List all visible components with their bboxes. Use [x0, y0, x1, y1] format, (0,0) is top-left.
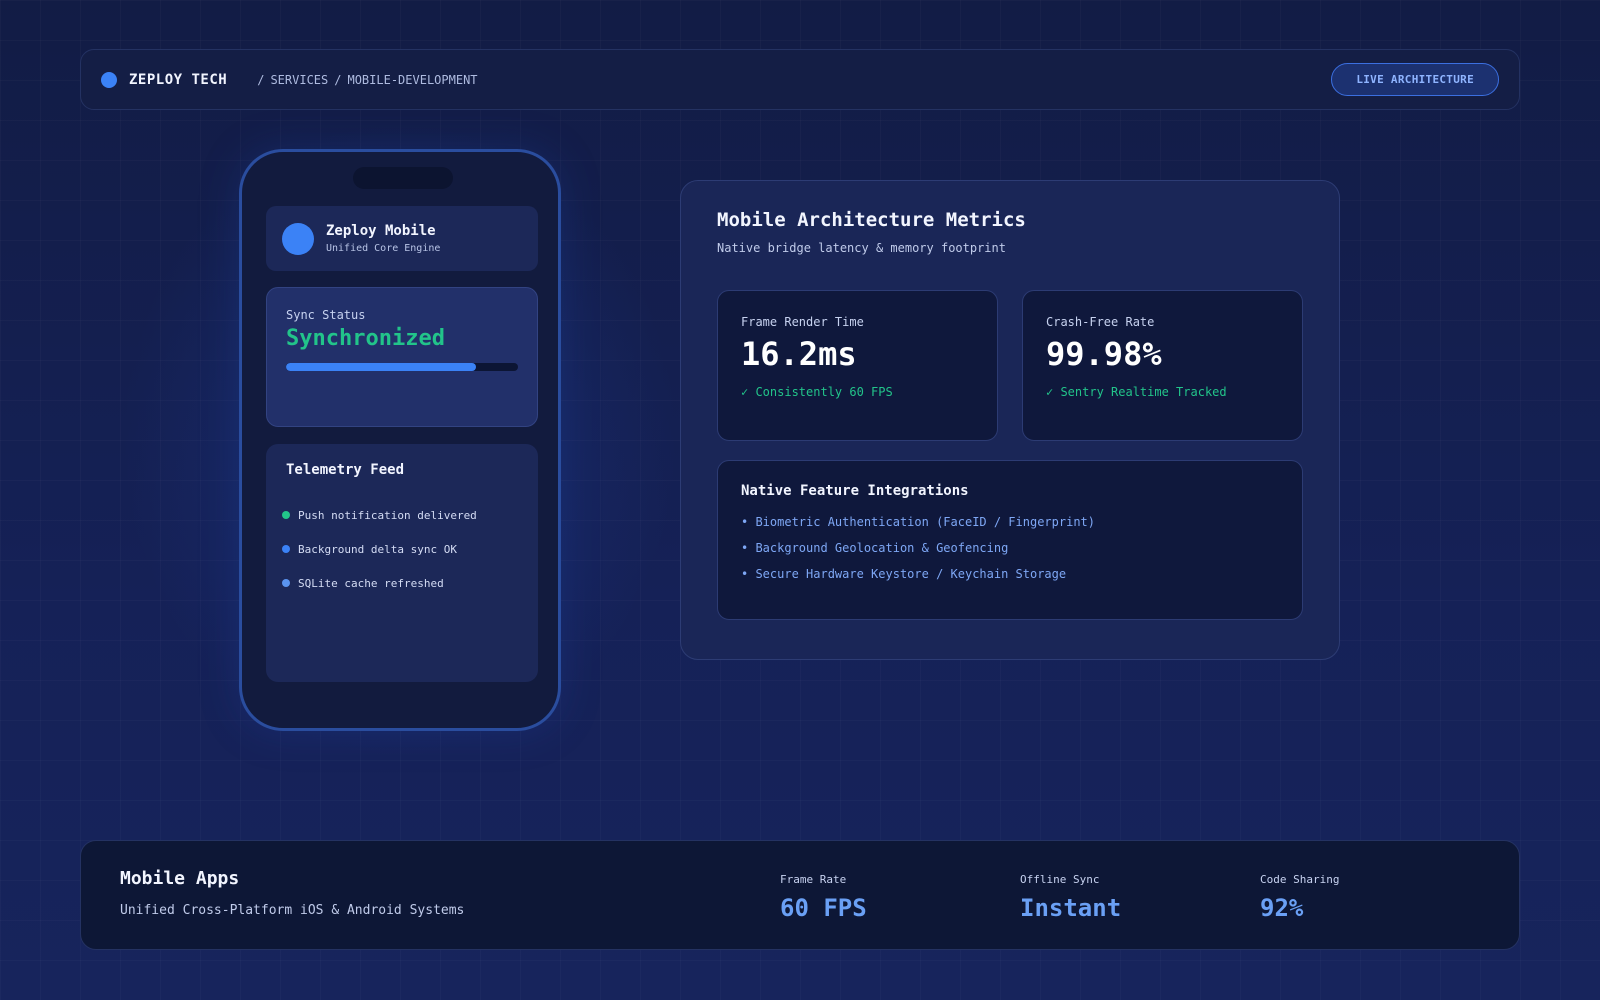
metric-card-crash-free: Crash-Free Rate 99.98% ✓ Sentry Realtime…: [1022, 290, 1303, 441]
stat-label: Offline Sync: [1020, 873, 1100, 886]
stat-offline-sync: Offline Sync Instant: [1020, 873, 1121, 922]
status-dot-icon: [282, 579, 290, 587]
status-dot-icon: [282, 511, 290, 519]
telemetry-item-text: Push notification delivered: [298, 508, 477, 522]
stat-value: Instant: [1020, 894, 1122, 922]
sync-status-card: Sync Status Synchronized: [266, 287, 538, 427]
live-architecture-button[interactable]: LIVE ARCHITECTURE: [1331, 63, 1499, 96]
metric-card-frame-render: Frame Render Time 16.2ms ✓ Consistently …: [717, 290, 998, 441]
sync-status-label: Sync Status: [286, 308, 366, 322]
breadcrumb: / SERVICES / MOBILE-DEVELOPMENT: [257, 73, 477, 87]
metric-note: ✓ Consistently 60 FPS: [741, 385, 893, 399]
list-item: SQLite cache refreshed: [282, 566, 522, 600]
telemetry-item-text: SQLite cache refreshed: [298, 576, 444, 590]
stat-value: 92%: [1260, 894, 1304, 922]
phone-notch: [353, 167, 453, 189]
stat-label: Code Sharing: [1260, 873, 1340, 886]
app-subtitle: Unified Core Engine: [326, 243, 441, 254]
features-list: • Biometric Authentication (FaceID / Fin…: [741, 509, 1279, 587]
status-dot-icon: [282, 545, 290, 553]
telemetry-item-text: Background delta sync OK: [298, 542, 457, 556]
telemetry-feed-card: Telemetry Feed Push notification deliver…: [266, 444, 538, 682]
native-features-card: Native Feature Integrations • Biometric …: [717, 460, 1303, 620]
stat-code-sharing: Code Sharing 92%: [1260, 873, 1339, 922]
sync-progress-bar: [286, 363, 518, 371]
feature-item-geolocation: • Background Geolocation & Geofencing: [741, 541, 1009, 555]
stat-label: Frame Rate: [780, 873, 847, 886]
brand-name[interactable]: ZEPLOY TECH: [129, 72, 227, 88]
metrics-subtitle: Native bridge latency & memory footprint: [717, 241, 1006, 255]
brand-dot-icon: [101, 71, 117, 88]
architecture-metrics-panel: Mobile Architecture Metrics Native bridg…: [680, 180, 1340, 660]
breadcrumb-separator: /: [257, 72, 265, 87]
breadcrumb-mobile-development[interactable]: MOBILE-DEVELOPMENT: [347, 73, 477, 87]
telemetry-title: Telemetry Feed: [286, 462, 405, 478]
breadcrumb-separator: /: [334, 72, 342, 87]
list-item: Push notification delivered: [282, 498, 522, 532]
app-avatar: [282, 222, 314, 255]
metric-value: 16.2ms: [741, 335, 857, 373]
list-item: Background delta sync OK: [282, 532, 522, 566]
phone-mockup: Zeploy Mobile Unified Core Engine Sync S…: [239, 149, 561, 731]
metric-note: ✓ Sentry Realtime Tracked: [1046, 385, 1227, 399]
metric-label: Crash-Free Rate: [1046, 315, 1155, 329]
app-header-card: Zeploy Mobile Unified Core Engine: [266, 206, 538, 271]
stat-frame-rate: Frame Rate 60 FPS: [780, 873, 867, 922]
breadcrumb-services[interactable]: SERVICES: [270, 73, 328, 87]
app-title: Zeploy Mobile: [326, 223, 436, 239]
feature-item-keystore: • Secure Hardware Keystore / Keychain St…: [741, 567, 1067, 581]
sync-status-value: Synchronized: [286, 326, 445, 351]
mobile-apps-summary: Mobile Apps Unified Cross-Platform iOS &…: [80, 840, 1520, 950]
feature-item-biometric: • Biometric Authentication (FaceID / Fin…: [741, 515, 1096, 529]
metric-value: 99.98%: [1046, 335, 1162, 373]
summary-subtitle: Unified Cross-Platform iOS & Android Sys…: [120, 903, 465, 918]
telemetry-list: Push notification delivered Background d…: [282, 498, 522, 600]
metric-label: Frame Render Time: [741, 315, 864, 329]
top-navbar: ZEPLOY TECH / SERVICES / MOBILE-DEVELOPM…: [80, 49, 1520, 110]
sync-progress-fill: [286, 363, 477, 371]
features-title: Native Feature Integrations: [741, 483, 969, 499]
summary-title: Mobile Apps: [120, 868, 240, 889]
stat-value: 60 FPS: [780, 894, 867, 922]
metrics-title: Mobile Architecture Metrics: [717, 209, 1026, 231]
